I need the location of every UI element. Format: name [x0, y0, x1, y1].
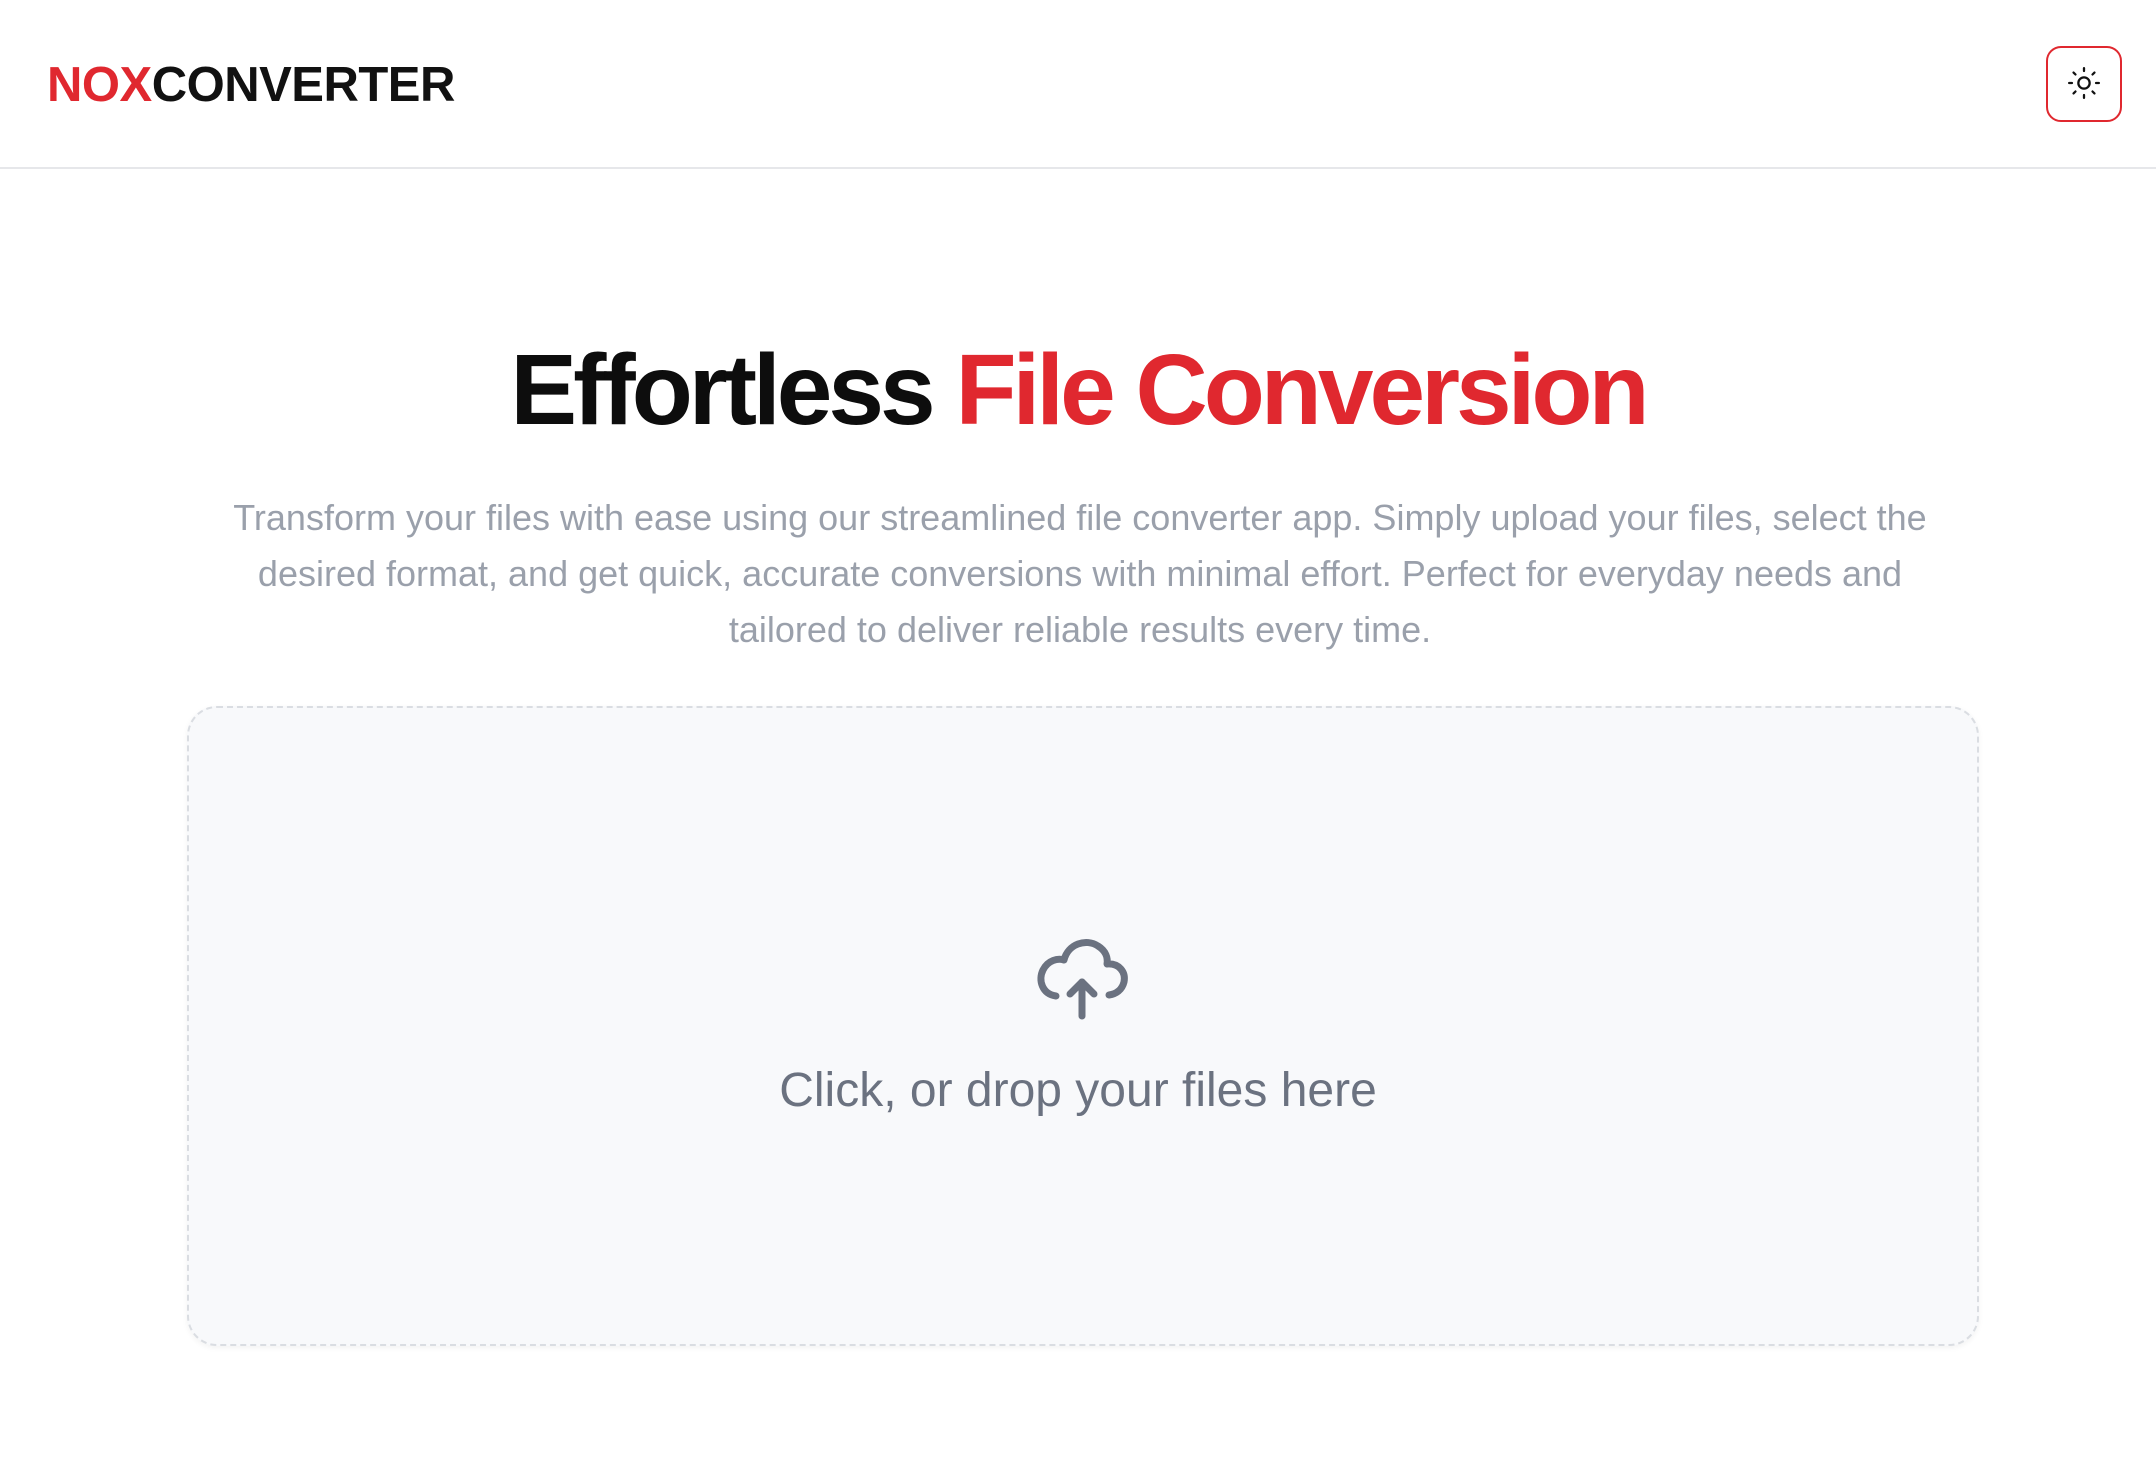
app-header: NOXCONVERTER [0, 0, 2156, 169]
theme-toggle-button[interactable] [2046, 46, 2122, 122]
dropzone-label: Click, or drop your files here [779, 1064, 1377, 1117]
sun-icon [2067, 66, 2101, 103]
logo-text: CONVERTER [151, 58, 456, 112]
cloud-upload-icon [1034, 932, 1130, 1020]
title-part-2: File Conversion [955, 334, 1649, 446]
file-dropzone[interactable] [187, 706, 1979, 1346]
logo-accent: NOX [47, 58, 152, 112]
hero-description: Transform your files with ease using our… [233, 497, 1927, 650]
page-title: Effortless File Conversion [0, 330, 2156, 450]
logo[interactable]: NOXCONVERTER [47, 57, 455, 113]
title-part-1: Effortless [510, 334, 935, 446]
